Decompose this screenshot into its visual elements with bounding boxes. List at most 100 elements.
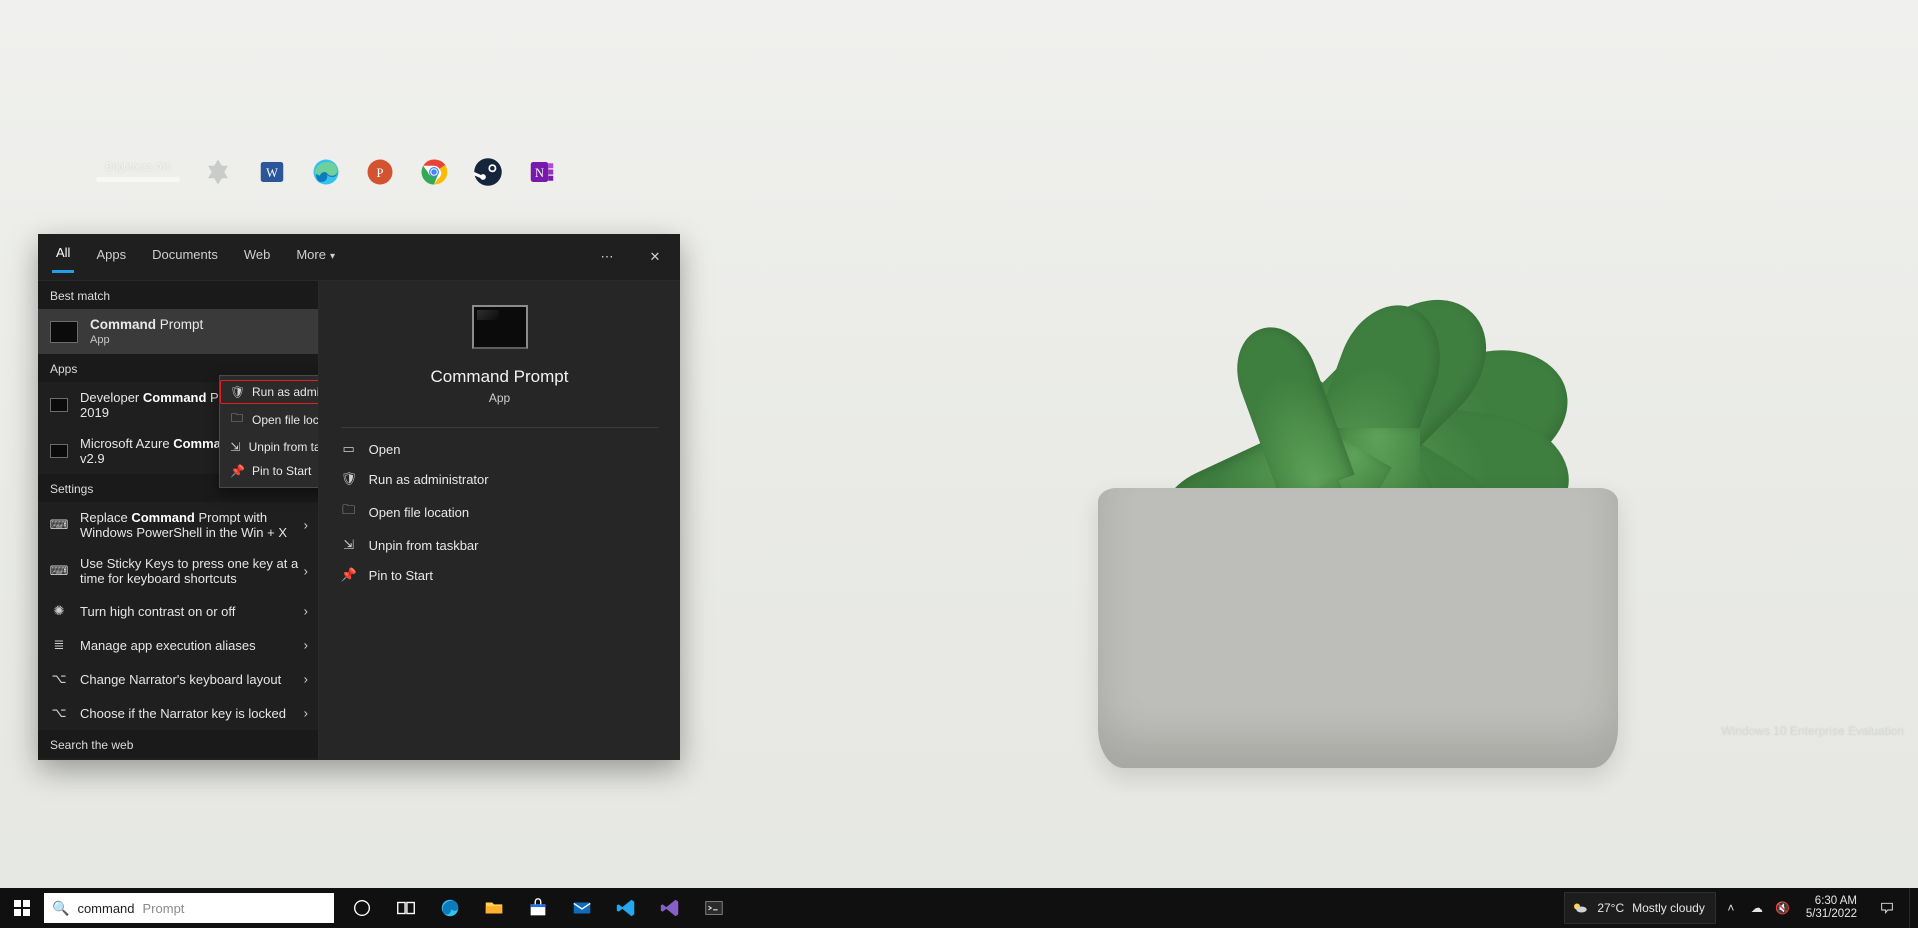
cortana-icon[interactable] bbox=[340, 888, 384, 928]
command-prompt-icon bbox=[472, 305, 528, 349]
edge-icon[interactable] bbox=[310, 156, 342, 188]
settings-result[interactable]: ✺ Turn high contrast on or off › bbox=[38, 594, 318, 628]
action-center-icon[interactable] bbox=[1869, 888, 1905, 928]
details-title: Command Prompt bbox=[431, 367, 569, 387]
task-view-icon[interactable] bbox=[384, 888, 428, 928]
volume-muted-icon[interactable]: 🔇 bbox=[1772, 888, 1794, 928]
folder-icon: 🗀 bbox=[230, 409, 244, 430]
word-icon[interactable]: W bbox=[256, 156, 288, 188]
brightness-widget[interactable]: Brightness 0% bbox=[96, 162, 180, 182]
settings-result[interactable]: ≣ Manage app execution aliases › bbox=[38, 628, 318, 662]
result-label: Choose if the Narrator key is locked bbox=[80, 706, 286, 721]
edge-taskbar-icon[interactable] bbox=[428, 888, 472, 928]
contrast-icon: ✺ bbox=[50, 602, 68, 620]
result-label: Use Sticky Keys to press one key at a ti… bbox=[80, 556, 306, 586]
chevron-down-icon: ▾ bbox=[330, 251, 335, 262]
settings-result[interactable]: ⌥ Choose if the Narrator key is locked › bbox=[38, 696, 318, 730]
recycle-bin-icon[interactable] bbox=[202, 156, 234, 188]
details-pane: Command Prompt App ▭ Open 🛡 Run as admin… bbox=[319, 281, 680, 760]
search-icon: 🔍 bbox=[52, 900, 69, 917]
narrator-icon: ⌥ bbox=[50, 670, 68, 688]
best-match-subtitle: App bbox=[90, 334, 203, 346]
close-icon[interactable]: ✕ bbox=[640, 242, 670, 272]
app-icon bbox=[50, 442, 68, 460]
wallpaper-pot bbox=[1098, 488, 1618, 768]
system-tray: 27°C Mostly cloudy ˄ ☁ 🔇 6:30 AM 5/31/20… bbox=[1564, 888, 1918, 928]
results-pane: Best match Command Prompt App Apps Devel… bbox=[38, 281, 319, 760]
search-autocomplete-text: Prompt bbox=[143, 901, 185, 916]
onedrive-tray-icon[interactable]: ☁ bbox=[1746, 888, 1768, 928]
context-menu: 🛡 Run as administrator 🗀 Open file locat… bbox=[219, 375, 319, 488]
weather-desc: Mostly cloudy bbox=[1632, 901, 1705, 915]
weather-widget[interactable]: 27°C Mostly cloudy bbox=[1564, 892, 1716, 924]
open-icon: ▭ bbox=[341, 441, 357, 457]
action-unpin-taskbar[interactable]: ⇲ Unpin from taskbar bbox=[339, 530, 661, 560]
narrator-icon: ⌥ bbox=[50, 704, 68, 722]
tray-overflow-icon[interactable]: ˄ bbox=[1720, 888, 1742, 928]
settings-result[interactable]: ⌨ Use Sticky Keys to press one key at a … bbox=[38, 548, 318, 594]
folder-icon: 🗀 bbox=[341, 501, 357, 523]
context-pin-start[interactable]: 📌 Pin to Start bbox=[220, 459, 319, 483]
clock-time: 6:30 AM bbox=[1806, 895, 1857, 908]
tab-web[interactable]: Web bbox=[240, 243, 275, 272]
show-desktop-button[interactable] bbox=[1909, 888, 1916, 928]
action-open-location[interactable]: 🗀 Open file location bbox=[339, 494, 661, 530]
keyboard-icon: ⌨ bbox=[50, 562, 68, 580]
tab-more[interactable]: More▾ bbox=[292, 243, 339, 272]
svg-text:W: W bbox=[266, 166, 278, 180]
unpin-icon: ⇲ bbox=[341, 537, 357, 553]
shield-icon: 🛡 bbox=[230, 385, 244, 399]
taskbar: 🔍 command Prompt 27°C Mostly cloudy ˄ ☁ … bbox=[0, 888, 1918, 928]
weather-temp: 27°C bbox=[1597, 901, 1624, 915]
desktop-dock: Brightness 0% W P N bbox=[96, 156, 558, 188]
store-icon[interactable] bbox=[516, 888, 560, 928]
start-button[interactable] bbox=[0, 888, 44, 928]
search-typed-text: command bbox=[77, 901, 134, 916]
shield-icon: 🛡 bbox=[341, 471, 357, 487]
mail-icon[interactable] bbox=[560, 888, 604, 928]
svg-text:N: N bbox=[535, 166, 544, 180]
result-label: Manage app execution aliases bbox=[80, 638, 256, 653]
command-prompt-icon bbox=[50, 321, 78, 343]
unpin-icon: ⇲ bbox=[230, 440, 241, 454]
terminal-icon[interactable] bbox=[692, 888, 736, 928]
action-open[interactable]: ▭ Open bbox=[339, 434, 661, 464]
context-run-as-admin[interactable]: 🛡 Run as administrator bbox=[220, 380, 319, 404]
result-label: Turn high contrast on or off bbox=[80, 604, 235, 619]
tab-documents[interactable]: Documents bbox=[148, 243, 222, 272]
settings-result[interactable]: ⌨ Replace Command Prompt with Windows Po… bbox=[38, 502, 318, 548]
brightness-bar[interactable] bbox=[96, 177, 180, 182]
context-unpin-taskbar[interactable]: ⇲ Unpin from taskbar bbox=[220, 435, 319, 459]
powerpoint-icon[interactable]: P bbox=[364, 156, 396, 188]
chevron-right-icon: › bbox=[304, 638, 308, 653]
result-label: Change Narrator's keyboard layout bbox=[80, 672, 281, 687]
tab-all[interactable]: All bbox=[52, 241, 74, 273]
steam-icon[interactable] bbox=[472, 156, 504, 188]
action-pin-start[interactable]: 📌 Pin to Start bbox=[339, 560, 661, 590]
action-run-admin[interactable]: 🛡 Run as administrator bbox=[339, 464, 661, 494]
taskbar-clock[interactable]: 6:30 AM 5/31/2022 bbox=[1798, 895, 1865, 921]
visual-studio-icon[interactable] bbox=[648, 888, 692, 928]
section-best-match: Best match bbox=[38, 281, 318, 309]
tab-apps[interactable]: Apps bbox=[92, 243, 130, 272]
best-match-result[interactable]: Command Prompt App bbox=[38, 309, 318, 354]
chevron-right-icon: › bbox=[304, 518, 308, 533]
onenote-icon[interactable]: N bbox=[526, 156, 558, 188]
app-icon bbox=[50, 396, 68, 414]
details-type: App bbox=[489, 391, 510, 405]
search-scope-tabs: All Apps Documents Web More▾ ⋯ ✕ bbox=[38, 234, 680, 281]
weather-icon bbox=[1571, 899, 1589, 917]
svg-text:P: P bbox=[377, 166, 384, 180]
context-open-location[interactable]: 🗀 Open file location bbox=[220, 404, 319, 435]
settings-result[interactable]: ⌥ Change Narrator's keyboard layout › bbox=[38, 662, 318, 696]
chevron-right-icon: › bbox=[304, 564, 308, 579]
vscode-icon[interactable] bbox=[604, 888, 648, 928]
web-result[interactable]: 🔍 command - See web results › bbox=[38, 758, 318, 760]
chrome-icon[interactable] bbox=[418, 156, 450, 188]
taskbar-search-input[interactable]: 🔍 command Prompt bbox=[44, 893, 334, 923]
file-explorer-icon[interactable] bbox=[472, 888, 516, 928]
more-options-icon[interactable]: ⋯ bbox=[592, 242, 622, 272]
settings-icon: ⌨ bbox=[50, 516, 68, 534]
result-label: Replace Command Prompt with Windows Powe… bbox=[80, 510, 306, 540]
pin-icon: 📌 bbox=[230, 464, 244, 478]
